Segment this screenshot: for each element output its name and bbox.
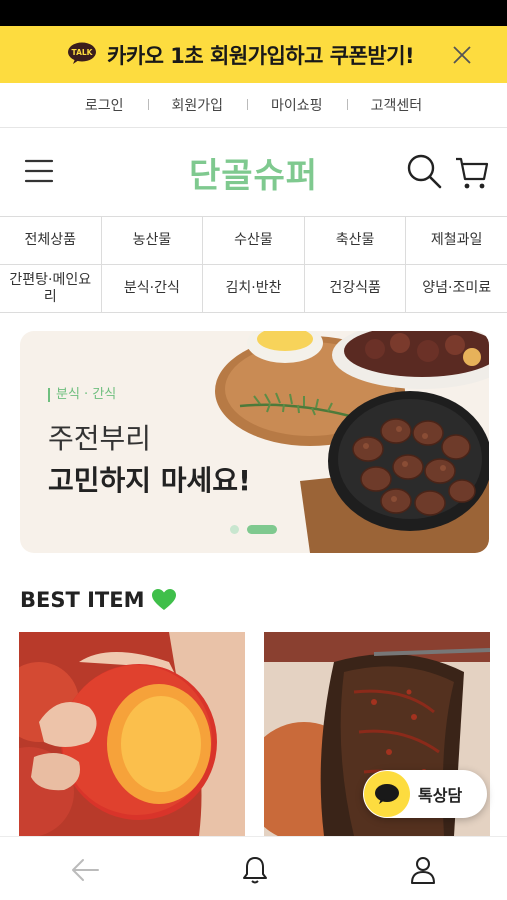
bottom-nav	[0, 836, 507, 900]
search-icon[interactable]	[405, 152, 443, 190]
carousel-dot-2-active[interactable]	[247, 525, 277, 534]
best-item-title: BEST ITEM	[20, 588, 145, 612]
category-kimchi-sides[interactable]: 김치·반찬	[203, 265, 305, 312]
kakao-signup-banner[interactable]: TALK 카카오 1초 회원가입하고 쿠폰받기!	[0, 26, 507, 83]
hero-headline-line1: 주전부리	[48, 422, 152, 455]
my-shopping-link[interactable]: 마이쇼핑	[247, 95, 347, 115]
hero-headline-line2: 고민하지 마세요!	[48, 464, 251, 497]
close-icon[interactable]	[451, 44, 473, 66]
cart-icon[interactable]	[454, 153, 490, 191]
hero-banner[interactable]: 분식 · 간식 주전부리 고민하지 마세요!	[20, 331, 489, 553]
category-snacks[interactable]: 분식·간식	[102, 265, 204, 312]
hero-category-tag: 분식 · 간식	[48, 388, 116, 402]
login-link[interactable]: 로그인	[61, 95, 148, 115]
signup-link[interactable]: 회원가입	[147, 95, 248, 115]
category-seafood[interactable]: 수산물	[203, 217, 305, 264]
back-arrow-icon[interactable]	[70, 857, 100, 883]
category-meat[interactable]: 축산물	[305, 217, 407, 264]
category-seasonal-fruit[interactable]: 제철과일	[406, 217, 507, 264]
customer-center-link[interactable]: 고객센터	[346, 95, 447, 115]
category-seasoning[interactable]: 양념·조미료	[406, 265, 507, 312]
site-header: 단골슈퍼	[0, 128, 507, 216]
peach-image	[19, 632, 245, 836]
carousel-indicator	[230, 525, 277, 534]
best-item-heading: BEST ITEM	[20, 588, 177, 612]
category-health-food[interactable]: 건강식품	[305, 265, 407, 312]
green-heart-icon	[151, 589, 176, 610]
top-nav: 로그인 회원가입 마이쇼핑 고객센터	[0, 83, 507, 128]
best-product-card-1[interactable]	[19, 632, 245, 836]
category-grid: 전체상품 농산물 수산물 축산물 제철과일 간편탕·메인요리 분식·간식 김치·…	[0, 216, 507, 313]
kakao-banner-text[interactable]: 카카오 1초 회원가입하고 쿠폰받기!	[107, 40, 415, 70]
user-icon[interactable]	[410, 855, 436, 885]
category-all[interactable]: 전체상품	[0, 217, 102, 264]
status-bar	[0, 0, 507, 26]
sundae-dish-image	[215, 331, 489, 553]
kakao-chat-button[interactable]: 톡상담	[363, 770, 487, 818]
kakao-talk-badge-text: TALK	[72, 48, 94, 57]
category-easy-soup-main[interactable]: 간편탕·메인요리	[0, 265, 102, 312]
kakao-chat-label: 톡상담	[418, 786, 463, 805]
bell-icon[interactable]	[242, 855, 268, 885]
category-produce[interactable]: 농산물	[102, 217, 204, 264]
kakao-talk-icon: TALK	[68, 42, 96, 64]
carousel-dot-1[interactable]	[230, 525, 239, 534]
kakao-chat-icon	[364, 771, 410, 817]
